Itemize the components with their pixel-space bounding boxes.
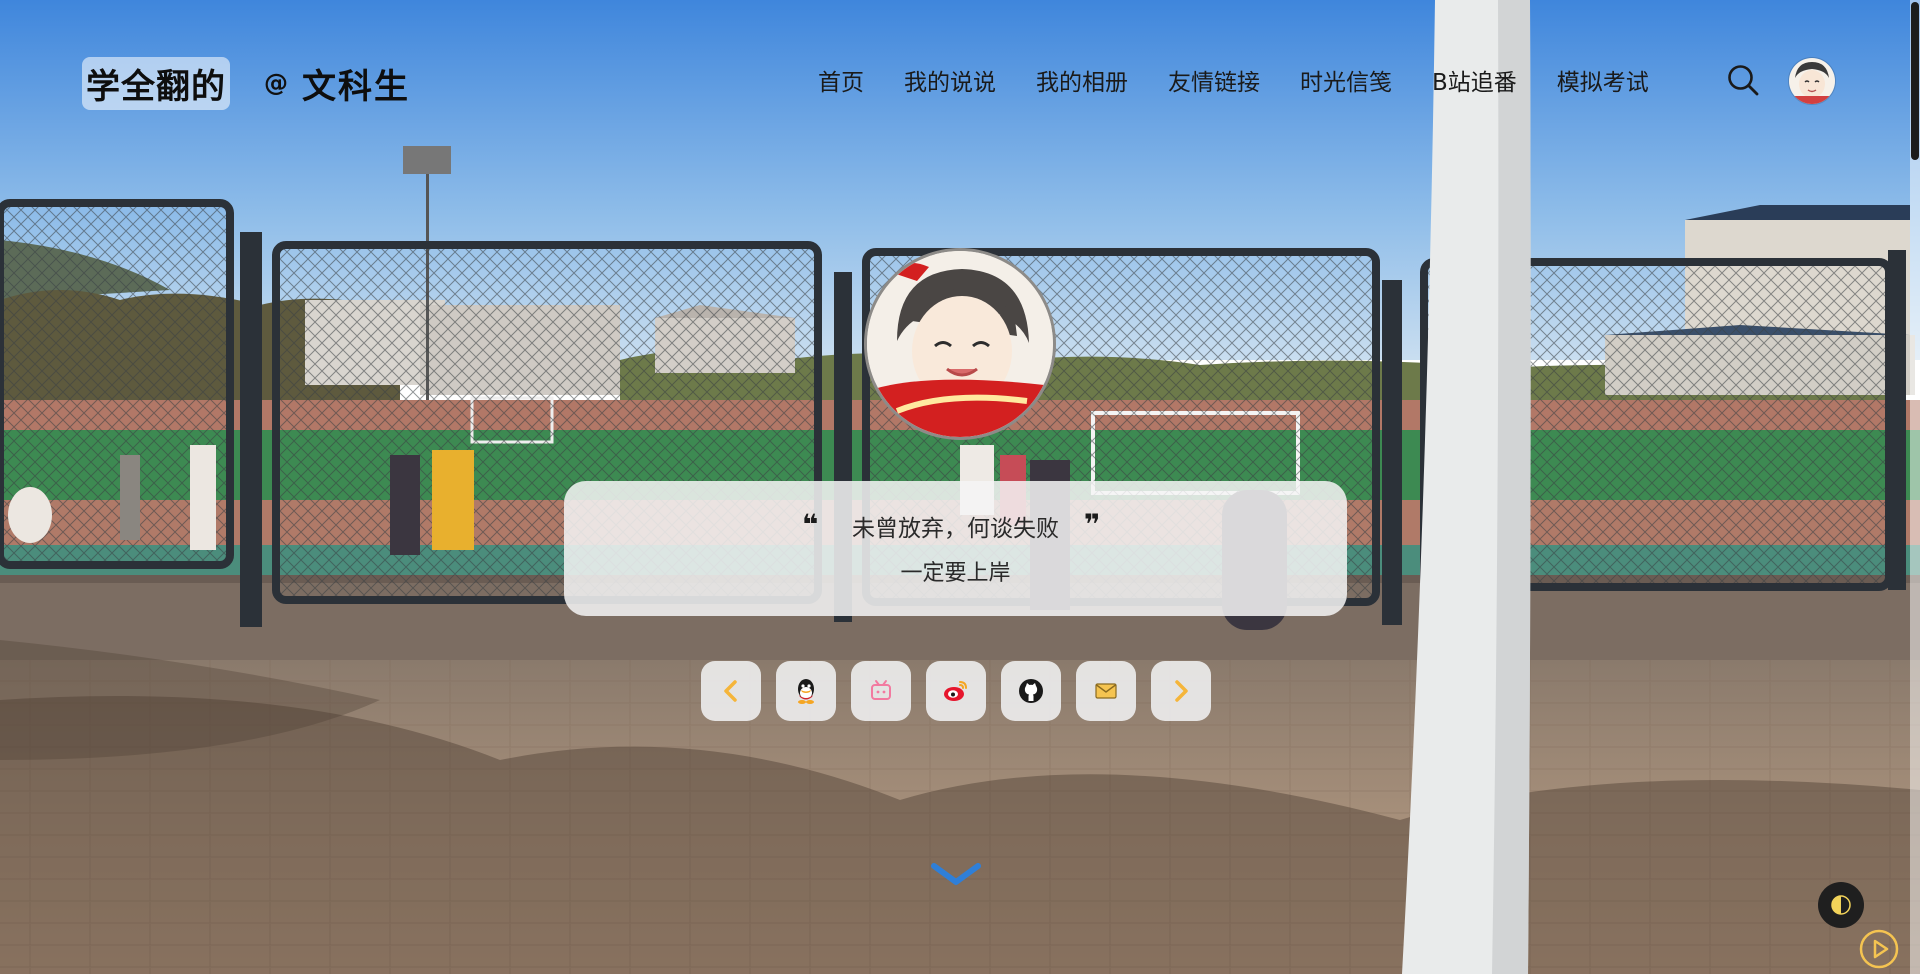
nav-bilibili-anime[interactable]: B站追番 xyxy=(1432,63,1517,97)
qq-icon xyxy=(798,679,814,704)
bilibili-icon xyxy=(871,680,891,700)
weibo-icon xyxy=(944,681,967,701)
brand-role: 文科生 xyxy=(302,66,410,107)
site-header: 学全翻的 @ 文科生 首页 我的说说 我的相册 友情链接 时光信笺 B站追番 模… xyxy=(0,0,1920,165)
avatar-illustration-icon xyxy=(1789,58,1835,104)
nav-mock-exam[interactable]: 模拟考试 xyxy=(1557,63,1649,97)
brand-at-symbol: @ xyxy=(264,69,288,97)
nav-home[interactable]: 首页 xyxy=(818,63,864,97)
prev-button[interactable] xyxy=(701,661,761,721)
social-links xyxy=(701,661,1211,721)
prev-chevron-icon xyxy=(724,680,737,702)
anime-avatar-icon xyxy=(867,251,1053,437)
page-scrollbar-thumb[interactable] xyxy=(1911,2,1919,160)
nav-friend-links[interactable]: 友情链接 xyxy=(1168,63,1260,97)
main-nav: 首页 我的说说 我的相册 友情链接 时光信笺 B站追番 模拟考试 xyxy=(818,60,1649,100)
next-chevron-icon xyxy=(1175,680,1188,702)
profile-avatar xyxy=(864,248,1056,440)
search-icon[interactable] xyxy=(1726,63,1760,97)
nav-moments[interactable]: 我的说说 xyxy=(904,63,996,97)
music-player-icon[interactable] xyxy=(1858,928,1900,970)
theme-toggle-button[interactable] xyxy=(1818,882,1864,928)
scroll-down-icon[interactable] xyxy=(930,862,982,886)
github-button[interactable] xyxy=(1001,661,1061,721)
next-button[interactable] xyxy=(1151,661,1211,721)
github-icon xyxy=(1019,679,1043,703)
quote-text: 未曾放弃，何谈失败 xyxy=(852,516,1059,542)
email-button[interactable] xyxy=(1076,661,1136,721)
half-moon-icon xyxy=(1831,895,1851,915)
user-avatar[interactable] xyxy=(1788,57,1836,105)
nav-time-letters[interactable]: 时光信笺 xyxy=(1300,63,1392,97)
site-logo[interactable]: 学全翻的 @ 文科生 xyxy=(82,56,410,110)
qq-button[interactable] xyxy=(776,661,836,721)
close-quote-icon: ❞ xyxy=(1084,508,1101,541)
nav-album[interactable]: 我的相册 xyxy=(1036,63,1128,97)
quote-subtitle: 一定要上岸 xyxy=(900,561,1011,586)
bilibili-button[interactable] xyxy=(851,661,911,721)
email-icon xyxy=(1095,683,1117,699)
quote-card: ❝ 未曾放弃，何谈失败 ❞ 一定要上岸 xyxy=(564,481,1347,616)
brand-name: 学全翻的 xyxy=(82,56,230,110)
weibo-button[interactable] xyxy=(926,661,986,721)
